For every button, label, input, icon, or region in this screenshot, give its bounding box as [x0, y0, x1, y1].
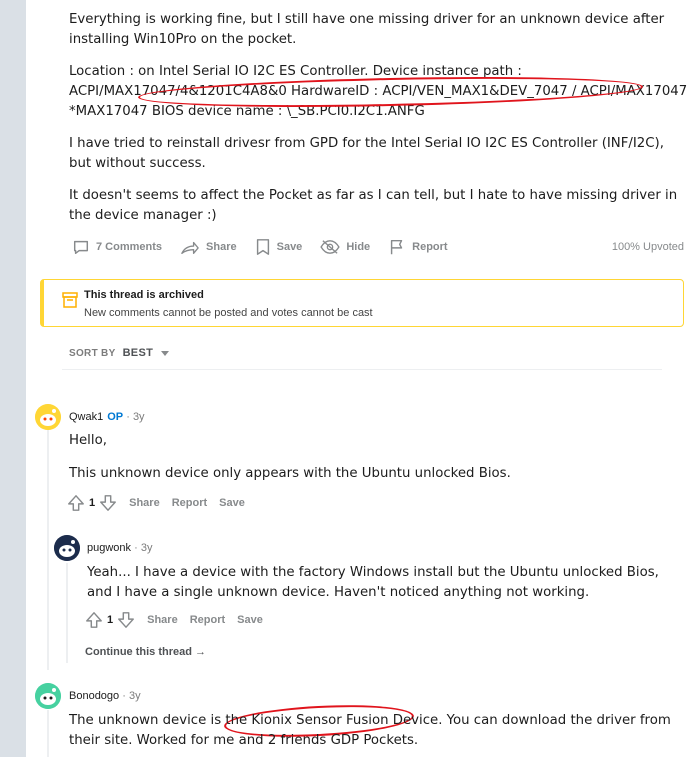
post-body: Everything is working fine, but I still … [69, 10, 689, 238]
save-button[interactable]: Save [219, 497, 245, 509]
op-badge: OP [107, 411, 124, 423]
share-button[interactable]: Share [180, 238, 237, 256]
report-button[interactable]: Report [172, 497, 207, 509]
comment-score: 1 [107, 614, 114, 626]
thread-line[interactable] [47, 430, 49, 670]
eye-slash-icon [320, 240, 340, 254]
avatar[interactable] [54, 535, 80, 561]
archived-message: New comments cannot be posted and votes … [84, 307, 373, 319]
arrow-right-icon: → [195, 646, 207, 658]
upvote-ratio: 100% Upvoted [611, 241, 684, 253]
sort-label: SORT BY [69, 347, 116, 359]
hide-button[interactable]: Hide [320, 239, 370, 255]
sort-dropdown[interactable]: SORT BY BEST [69, 347, 170, 359]
downvote-arrow-icon[interactable] [117, 611, 135, 629]
thread-line[interactable] [66, 563, 68, 663]
vote-control: 1 [85, 611, 135, 629]
avatar[interactable] [35, 404, 61, 430]
continue-thread-link[interactable]: Continue this thread → [85, 646, 206, 658]
divider [62, 369, 662, 370]
comment-bubble-icon [73, 240, 89, 255]
comment-actions: 1 Share Report Save [85, 611, 263, 629]
comment-age[interactable]: 3y [141, 542, 153, 554]
share-label: Share [206, 241, 237, 253]
share-button[interactable]: Share [129, 497, 160, 509]
comments-button[interactable]: 7 Comments [72, 238, 162, 256]
comment-meta: Bonodogo · 3y [69, 690, 141, 702]
comment-actions: 1 Share Report Save [67, 494, 245, 512]
comment-age[interactable]: 3y [129, 690, 141, 702]
post-paragraph: It doesn't seems to affect the Pocket as… [69, 188, 678, 223]
comment-text: This unknown device only appears with th… [69, 466, 511, 481]
comment-author[interactable]: Qwak1 [69, 411, 103, 423]
meta-dot: · [119, 690, 129, 702]
upvote-arrow-icon[interactable] [85, 611, 103, 629]
meta-dot: · [131, 542, 141, 554]
upvote-arrow-icon[interactable] [67, 494, 85, 512]
share-button[interactable]: Share [147, 614, 178, 626]
post-paragraph: I have tried to reinstall drivesr from G… [69, 136, 664, 171]
comment-age[interactable]: 3y [133, 411, 145, 423]
vote-control: 1 [67, 494, 117, 512]
sort-value: BEST [122, 347, 154, 359]
comment-author[interactable]: pugwonk [87, 542, 131, 554]
save-label: Save [276, 241, 303, 253]
save-button[interactable]: Save [237, 614, 263, 626]
report-button[interactable]: Report [388, 238, 448, 256]
comment-text: The unknown device is the Kionix Sensor … [69, 713, 671, 748]
comments-label: 7 Comments [96, 241, 163, 253]
comment-meta: Qwak1 OP · 3y [69, 411, 145, 423]
archived-title: This thread is archived [84, 289, 204, 301]
share-arrow-icon [181, 241, 199, 254]
hide-label: Hide [346, 241, 371, 253]
continue-thread-label: Continue this thread [85, 646, 192, 658]
comment-text: Hello, [69, 433, 107, 448]
archive-box-icon [62, 292, 78, 308]
bookmark-icon [256, 239, 269, 255]
report-label: Report [412, 241, 448, 253]
comment-author[interactable]: Bonodogo [69, 690, 119, 702]
avatar[interactable] [35, 683, 61, 709]
thread-line[interactable] [47, 710, 49, 757]
post-paragraph: Location : on Intel Serial IO I2C ES Con… [69, 64, 688, 119]
chevron-down-icon [161, 350, 170, 356]
comment-score: 1 [89, 497, 96, 509]
archived-banner: This thread is archived New comments can… [40, 279, 684, 327]
post-action-bar: 7 Comments Share Save Hide Report [72, 235, 466, 259]
comment-text: Yeah... I have a device with the factory… [87, 565, 659, 600]
meta-dot: · [123, 411, 133, 423]
downvote-arrow-icon[interactable] [99, 494, 117, 512]
post-paragraph: Everything is working fine, but I still … [69, 12, 665, 47]
comment-meta: pugwonk · 3y [87, 542, 152, 554]
flag-icon [391, 239, 403, 255]
save-button[interactable]: Save [255, 238, 303, 256]
report-button[interactable]: Report [190, 614, 225, 626]
